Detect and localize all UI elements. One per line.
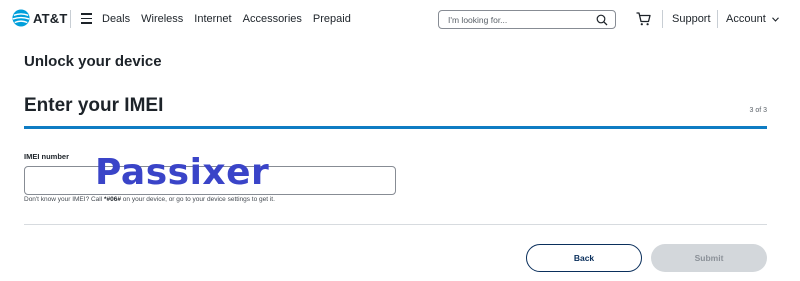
nav-wireless[interactable]: Wireless [141,13,183,25]
back-button[interactable]: Back [526,244,642,272]
att-globe-icon [12,9,30,27]
page-title: Unlock your device [24,53,162,70]
account-label: Account [726,13,766,25]
header-divider [70,10,71,28]
section-divider [24,224,767,225]
top-navigation-bar: AT&T Deals Wireless Internet Accessories… [0,0,800,38]
nav-internet[interactable]: Internet [194,13,231,25]
att-logo[interactable]: AT&T [12,9,68,27]
header-divider [717,10,718,28]
header-divider [662,10,663,28]
helper-prefix: Don't know your IMEI? Call [24,196,104,203]
step-divider [24,126,767,129]
chevron-down-icon [771,16,779,22]
main-nav: Deals Wireless Internet Accessories Prep… [102,13,362,25]
search-input[interactable] [448,12,588,27]
helper-suffix: on your device, or go to your device set… [121,196,275,203]
search-box [438,10,616,29]
nav-prepaid[interactable]: Prepaid [313,13,351,25]
brand-name: AT&T [33,10,68,26]
watermark-text: Passixer [95,152,270,193]
nav-accessories[interactable]: Accessories [243,13,302,25]
search-icon[interactable] [596,14,608,26]
cart-icon[interactable] [636,12,651,26]
menu-icon[interactable] [81,13,92,24]
imei-dial-code: *#06# [104,196,121,203]
step-title: Enter your IMEI [24,95,164,116]
support-link[interactable]: Support [672,13,711,25]
nav-deals[interactable]: Deals [102,13,130,25]
submit-button[interactable]: Submit [651,244,767,272]
imei-label: IMEI number [24,152,70,161]
account-menu[interactable]: Account [726,13,779,25]
step-counter: 3 of 3 [749,107,767,114]
imei-helper-text: Don't know your IMEI? Call *#06# on your… [24,196,275,203]
